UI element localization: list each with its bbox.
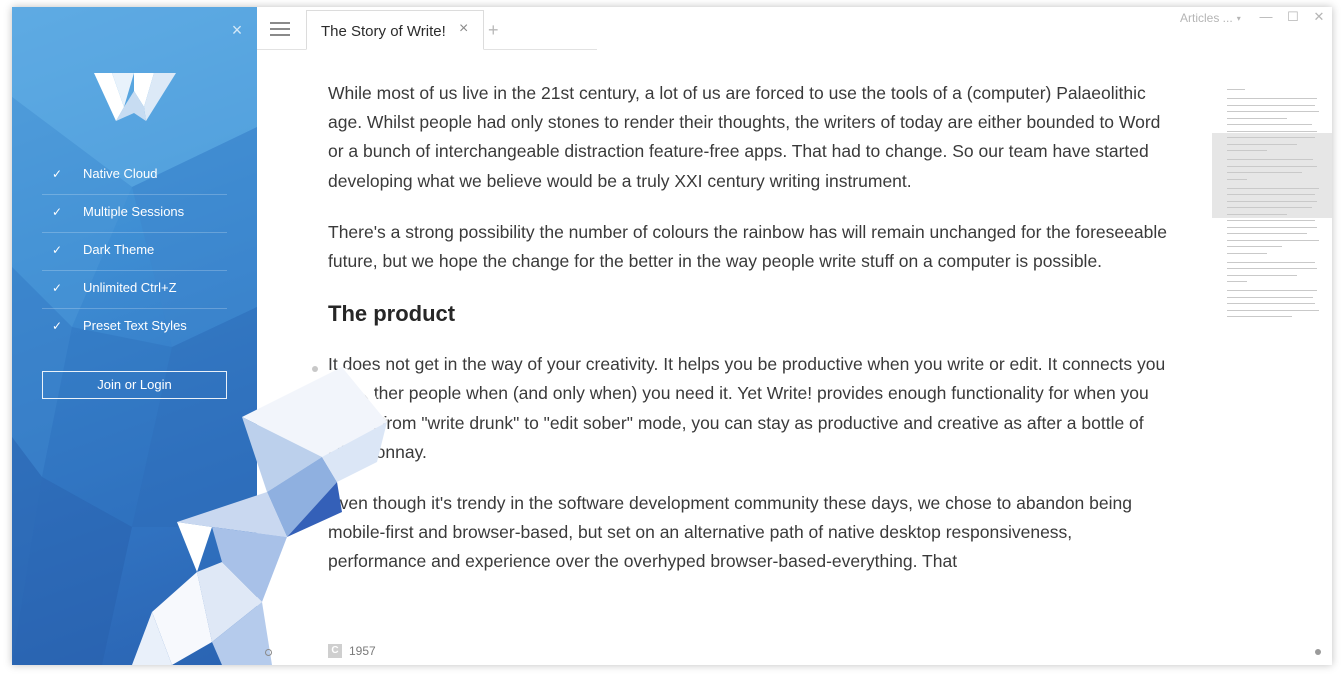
minimap-line — [1227, 165, 1317, 167]
minimap-line — [1227, 194, 1315, 195]
minimap-line — [1227, 274, 1297, 276]
minimap-line — [1227, 281, 1247, 282]
feature-label: Dark Theme — [83, 242, 155, 257]
document-body[interactable]: While most of us live in the 21st centur… — [328, 79, 1168, 599]
minimap-line — [1227, 309, 1319, 311]
minimap-line — [1227, 290, 1317, 291]
articles-label: Articles ... — [1180, 11, 1233, 25]
minimize-icon[interactable]: — — [1256, 9, 1276, 25]
minimap-line — [1227, 246, 1282, 247]
minimap-line — [1227, 98, 1317, 99]
articles-dropdown[interactable]: Articles ... ▾ — [1180, 11, 1241, 25]
paragraph: There's a strong possibility the number … — [328, 221, 1167, 272]
status-indicator-icon — [265, 649, 272, 656]
minimap-line — [1227, 172, 1302, 173]
minimap-line — [1227, 233, 1307, 234]
sidebar-close-icon[interactable]: × — [228, 21, 246, 39]
app-window: × ✓ Native Cloud ✓ Multiple Sessions ✓ Dark… — [12, 7, 1332, 665]
minimap-line — [1227, 130, 1317, 132]
feature-item: ✓ Native Cloud — [42, 157, 227, 195]
minimap-line — [1227, 178, 1247, 180]
minimap-line — [1227, 111, 1319, 112]
minimap-line — [1227, 239, 1319, 241]
write-logo — [94, 73, 176, 130]
maximize-icon[interactable]: ☐ — [1283, 9, 1303, 25]
minimap-line — [1227, 150, 1267, 151]
paragraph: While most of us live in the 21st centur… — [328, 83, 1161, 191]
feature-item: ✓ Unlimited Ctrl+Z — [42, 271, 227, 309]
minimap-line — [1227, 159, 1313, 160]
minimap-line — [1227, 124, 1312, 125]
feature-label: Native Cloud — [83, 166, 158, 181]
minimap-line — [1227, 200, 1317, 202]
minimap-line — [1227, 187, 1319, 189]
minimap-line — [1227, 316, 1292, 317]
minimap-line — [1227, 303, 1315, 304]
minimap-line — [1227, 137, 1315, 138]
character-count: 1957 — [349, 644, 376, 658]
minimap-line — [1227, 89, 1245, 90]
check-icon: ✓ — [52, 167, 63, 181]
tab-the-story-of-write[interactable]: The Story of Write! × — [306, 10, 484, 50]
check-icon: ✓ — [52, 281, 63, 295]
minimap-line — [1227, 268, 1317, 269]
paragraph: Even though it's trendy in the software … — [328, 493, 1132, 572]
check-icon: ✓ — [52, 243, 63, 257]
tab-title: The Story of Write! — [321, 23, 446, 40]
minimap-line — [1227, 226, 1317, 228]
feature-label: Preset Text Styles — [83, 318, 187, 333]
minimap-line — [1227, 252, 1267, 254]
feature-item: ✓ Preset Text Styles — [42, 309, 227, 346]
feature-item: ✓ Multiple Sessions — [42, 195, 227, 233]
document-minimap[interactable] — [1212, 85, 1332, 325]
minimap-line — [1227, 104, 1315, 106]
minimap-line — [1227, 207, 1312, 208]
section-heading: The product — [328, 301, 456, 327]
close-window-icon[interactable]: ✕ — [1309, 9, 1329, 25]
minimap-line — [1227, 143, 1297, 145]
hamburger-menu-icon[interactable] — [270, 22, 290, 38]
minimap-line — [1227, 296, 1313, 298]
tab-close-icon[interactable]: × — [459, 20, 468, 38]
minimap-line — [1227, 213, 1287, 215]
new-tab-plus-icon[interactable]: + — [488, 21, 499, 39]
minimap-viewport[interactable] — [1212, 133, 1332, 218]
character-count-icon: C — [328, 644, 342, 658]
feature-list: ✓ Native Cloud ✓ Multiple Sessions ✓ Dark T… — [42, 157, 227, 346]
feature-label: Multiple Sessions — [83, 204, 185, 219]
sync-status-icon — [1315, 649, 1321, 655]
minimap-line — [1227, 261, 1315, 263]
minimap-line — [1227, 117, 1287, 119]
feature-item: ✓ Dark Theme — [42, 233, 227, 271]
chevron-down-icon: ▾ — [1236, 14, 1241, 23]
paragraph: It does not get in the way of your creat… — [328, 354, 1166, 462]
feature-label: Unlimited Ctrl+Z — [83, 280, 177, 295]
check-icon: ✓ — [52, 319, 63, 333]
origami-bird-illustration — [132, 367, 387, 665]
minimap-line — [1227, 220, 1315, 221]
check-icon: ✓ — [52, 205, 63, 219]
